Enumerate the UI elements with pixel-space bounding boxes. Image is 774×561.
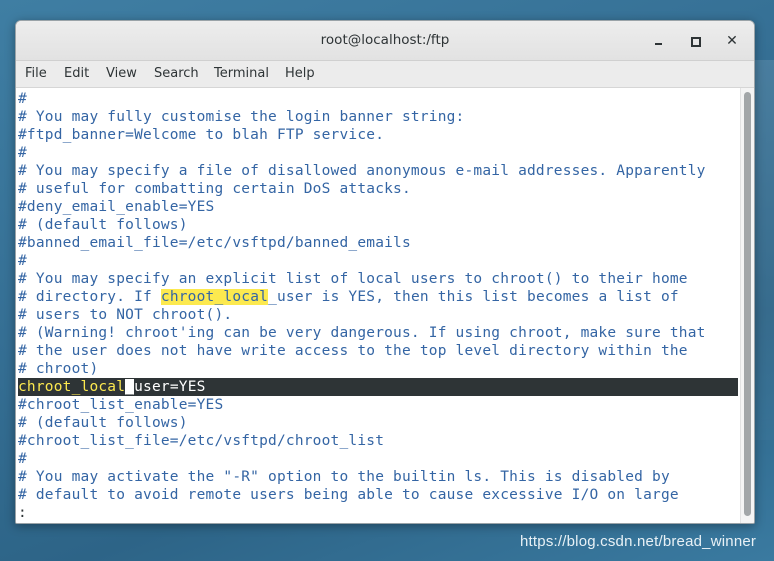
terminal-line: # (default follows) <box>18 415 188 431</box>
terminal-line: # chroot) <box>18 361 99 377</box>
minimize-icon <box>655 43 662 45</box>
terminal-line: # You may specify a file of disallowed a… <box>18 163 706 179</box>
current-line: chroot_local_user=YES <box>18 378 738 396</box>
terminal-line: # You may fully customise the login bann… <box>18 109 465 125</box>
maximize-icon <box>691 37 701 47</box>
terminal-line: chroot_local_user=YES <box>18 378 206 396</box>
terminal-line: # default to avoid remote users being ab… <box>18 487 679 503</box>
terminal-window: root@localhost:/ftp ✕ File Edit View Sea… <box>15 20 755 524</box>
terminal-output[interactable]: # # You may fully customise the login ba… <box>16 88 740 523</box>
terminal-line: # directory. If chroot_local_user is YES… <box>18 288 679 306</box>
menu-help[interactable]: Help <box>285 66 315 81</box>
terminal-line: # (Warning! chroot'ing can be very dange… <box>18 325 706 341</box>
search-highlight: chroot_local <box>18 379 126 395</box>
line-text: _user is YES, then this list becomes a l… <box>268 289 679 305</box>
watermark: https://blog.csdn.net/bread_winner <box>520 533 757 550</box>
terminal-line: # useful for combatting certain DoS atta… <box>18 181 411 197</box>
menu-file[interactable]: File <box>25 66 47 81</box>
terminal-line: # <box>18 253 27 269</box>
terminal-line: # users to NOT chroot(). <box>18 307 233 323</box>
terminal-line: # (default follows) <box>18 217 188 233</box>
line-text: user=YES <box>134 379 206 395</box>
vertical-scrollbar[interactable] <box>740 88 754 523</box>
terminal-line: # the user does not have write access to… <box>18 343 688 359</box>
line-text: # directory. If <box>18 289 161 305</box>
terminal-line: #ftpd_banner=Welcome to blah FTP service… <box>18 127 385 143</box>
terminal-line: # <box>18 145 27 161</box>
menu-bar: File Edit View Search Terminal Help <box>16 61 754 88</box>
terminal-line: #chroot_list_file=/etc/vsftpd/chroot_lis… <box>18 433 385 449</box>
menu-view[interactable]: View <box>106 66 137 81</box>
title-bar[interactable]: root@localhost:/ftp ✕ <box>16 21 754 61</box>
terminal-line: #deny_email_enable=YES <box>18 199 215 215</box>
menu-terminal[interactable]: Terminal <box>214 66 269 81</box>
close-icon: ✕ <box>726 33 738 49</box>
command-prompt[interactable]: : <box>18 504 27 522</box>
search-highlight: chroot_local <box>160 289 269 305</box>
close-button[interactable]: ✕ <box>721 30 743 52</box>
terminal-line: #chroot_list_enable=YES <box>18 397 224 413</box>
maximize-button[interactable] <box>684 30 706 52</box>
text-cursor: _ <box>125 379 135 395</box>
scrollbar-thumb[interactable] <box>744 92 751 516</box>
terminal-line: # You may activate the "-R" option to th… <box>18 469 670 485</box>
terminal-line: # You may specify an explicit list of lo… <box>18 271 688 287</box>
terminal-line: # <box>18 451 27 467</box>
menu-search[interactable]: Search <box>154 66 199 81</box>
menu-edit[interactable]: Edit <box>64 66 89 81</box>
terminal-line: # <box>18 91 27 107</box>
minimize-button[interactable] <box>648 30 670 52</box>
window-title: root@localhost:/ftp <box>320 32 450 48</box>
terminal-line: #banned_email_file=/etc/vsftpd/banned_em… <box>18 235 411 251</box>
